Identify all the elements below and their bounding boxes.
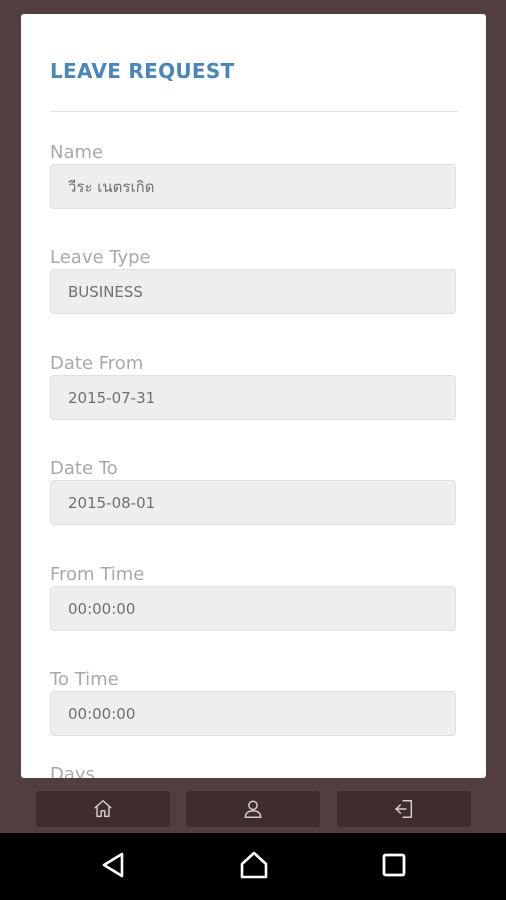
user-icon — [242, 798, 264, 820]
system-navigation-bar — [0, 833, 506, 900]
profile-tab-button[interactable] — [186, 791, 320, 827]
home-icon — [92, 798, 114, 820]
leave-type-label: Leave Type — [50, 247, 151, 268]
name-field[interactable]: วีระ เนตรเกิด — [50, 164, 456, 209]
name-label: Name — [50, 142, 104, 163]
form-title: LEAVE REQUEST — [50, 59, 235, 83]
date-from-label: Date From — [50, 353, 144, 374]
recents-icon — [382, 853, 406, 881]
date-from-field[interactable]: 2015-07-31 — [50, 375, 456, 420]
from-time-field[interactable]: 00:00:00 — [50, 586, 456, 631]
bottom-tab-bar — [0, 778, 506, 833]
home-tab-button[interactable] — [36, 791, 170, 827]
system-recents-button[interactable] — [376, 849, 412, 885]
leave-request-form: LEAVE REQUEST Name วีระ เนตรเกิด Leave T… — [21, 14, 486, 778]
back-icon — [100, 851, 126, 883]
to-time-label: To Time — [50, 669, 119, 690]
home-icon — [239, 850, 269, 884]
date-to-label: Date To — [50, 458, 118, 479]
from-time-label: From Time — [50, 564, 145, 585]
to-time-field[interactable]: 00:00:00 — [50, 691, 456, 736]
date-to-field[interactable]: 2015-08-01 — [50, 480, 456, 525]
logout-tab-button[interactable] — [337, 791, 471, 827]
days-label: Days — [50, 764, 95, 778]
system-back-button[interactable] — [95, 849, 131, 885]
leave-type-field[interactable]: BUSINESS — [50, 269, 456, 314]
system-home-button[interactable] — [236, 849, 272, 885]
logout-icon — [393, 798, 415, 820]
title-divider — [50, 111, 458, 112]
